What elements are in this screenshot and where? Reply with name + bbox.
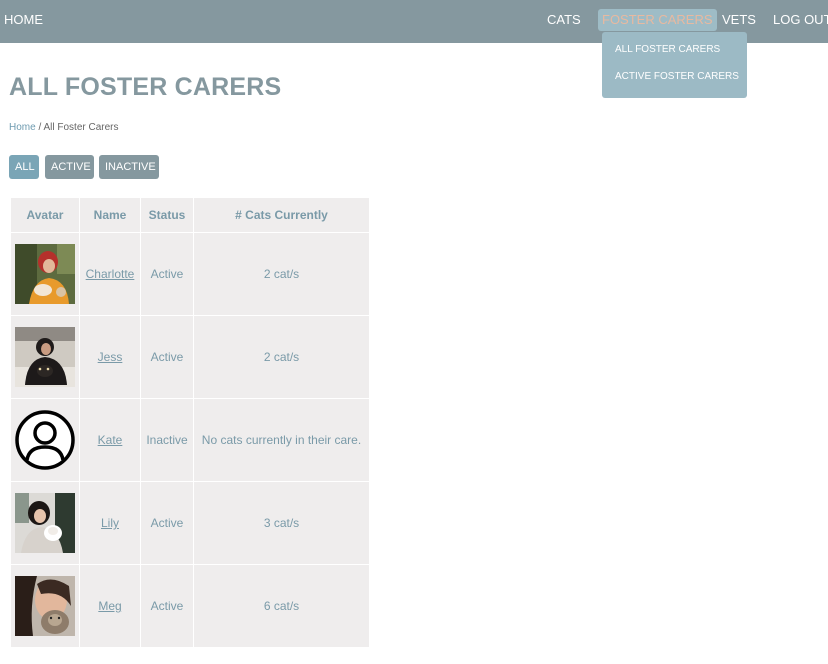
breadcrumb-current: All Foster Carers bbox=[43, 122, 119, 133]
status-cell: Active bbox=[140, 315, 194, 399]
avatar-photo bbox=[15, 576, 75, 636]
foster-carers-dropdown: ALL FOSTER CARERS ACTIVE FOSTER CARERS bbox=[602, 32, 747, 98]
name-cell: Lily bbox=[79, 481, 141, 565]
default-user-icon bbox=[15, 410, 75, 470]
status-cell: Inactive bbox=[140, 398, 194, 482]
avatar-photo bbox=[15, 244, 75, 304]
cats-count-cell: 6 cat/s bbox=[193, 564, 370, 648]
avatar-photo bbox=[15, 493, 75, 553]
table-row: Charlotte Active 2 cat/s bbox=[10, 232, 370, 316]
header-name: Name bbox=[79, 197, 141, 233]
carer-name-link[interactable]: Jess bbox=[98, 350, 123, 364]
filter-all-button[interactable]: ALL bbox=[9, 155, 39, 179]
cats-count-cell: 3 cat/s bbox=[193, 481, 370, 565]
dropdown-active-foster-carers[interactable]: ACTIVE FOSTER CARERS bbox=[615, 71, 739, 83]
status-cell: Active bbox=[140, 232, 194, 316]
avatar-cell bbox=[10, 564, 80, 648]
foster-carers-table: Avatar Name Status # Cats Currently Char… bbox=[10, 197, 370, 648]
status-cell: Active bbox=[140, 564, 194, 648]
carer-name-link[interactable]: Kate bbox=[98, 433, 123, 447]
filter-inactive-button[interactable]: INACTIVE bbox=[99, 155, 159, 179]
avatar-cell bbox=[10, 232, 80, 316]
avatar-photo bbox=[15, 327, 75, 387]
carer-name-link[interactable]: Meg bbox=[98, 599, 121, 613]
avatar-cell bbox=[10, 315, 80, 399]
page-title: ALL FOSTER CARERS bbox=[9, 73, 282, 101]
table-header-row: Avatar Name Status # Cats Currently bbox=[10, 197, 370, 233]
nav-cats-link[interactable]: CATS bbox=[547, 12, 581, 28]
name-cell: Jess bbox=[79, 315, 141, 399]
status-cell: Active bbox=[140, 481, 194, 565]
cats-count-cell: 2 cat/s bbox=[193, 232, 370, 316]
cats-count-cell: 2 cat/s bbox=[193, 315, 370, 399]
nav-logout-link[interactable]: LOG OUT bbox=[773, 12, 828, 28]
table-row: Meg Active 6 cat/s bbox=[10, 564, 370, 648]
avatar-cell bbox=[10, 398, 80, 482]
table-row: Jess Active 2 cat/s bbox=[10, 315, 370, 399]
carer-name-link[interactable]: Lily bbox=[101, 516, 119, 530]
nav-foster-carers-link[interactable]: FOSTER CARERS bbox=[598, 9, 717, 31]
header-avatar: Avatar bbox=[10, 197, 80, 233]
header-status: Status bbox=[140, 197, 194, 233]
avatar-cell bbox=[10, 481, 80, 565]
carer-name-link[interactable]: Charlotte bbox=[86, 267, 135, 281]
breadcrumb: Home / All Foster Carers bbox=[9, 122, 119, 133]
dropdown-all-foster-carers[interactable]: ALL FOSTER CARERS bbox=[615, 44, 720, 56]
nav-vets-link[interactable]: VETS bbox=[722, 12, 756, 28]
filter-active-button[interactable]: ACTIVE bbox=[45, 155, 94, 179]
name-cell: Kate bbox=[79, 398, 141, 482]
cats-count-cell: No cats currently in their care. bbox=[193, 398, 370, 482]
name-cell: Meg bbox=[79, 564, 141, 648]
nav-home-link[interactable]: HOME bbox=[4, 12, 43, 28]
table-row: Kate Inactive No cats currently in their… bbox=[10, 398, 370, 482]
table-row: Lily Active 3 cat/s bbox=[10, 481, 370, 565]
header-cats-currently: # Cats Currently bbox=[193, 197, 370, 233]
name-cell: Charlotte bbox=[79, 232, 141, 316]
breadcrumb-home-link[interactable]: Home bbox=[9, 122, 36, 133]
